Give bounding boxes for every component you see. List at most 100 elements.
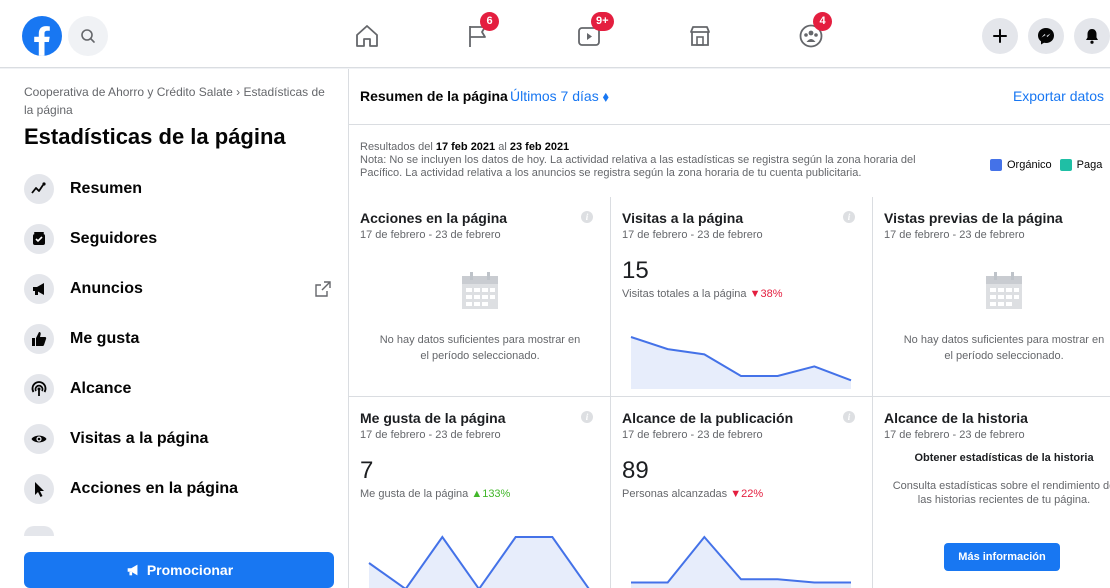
- megaphone-icon: [24, 274, 54, 304]
- card-title: Visitas a la página: [622, 210, 744, 226]
- megaphone-icon: [127, 564, 138, 576]
- sidebar-item-me-gusta[interactable]: Me gusta: [0, 314, 348, 364]
- home-icon: [356, 25, 378, 47]
- metric-label: Me gusta de la página ▲133%: [360, 488, 511, 500]
- messenger-button[interactable]: [1028, 18, 1064, 54]
- promote-label: Promocionar: [146, 562, 234, 578]
- card-title: Vistas previas de la página: [884, 210, 1063, 226]
- card-page-likes[interactable]: Me gusta de la página 17 de febrero - 23…: [349, 397, 611, 588]
- calendar-icon: [986, 272, 1022, 309]
- sidebar-nav: Resumen Seguidores Anuncios Me gusta Alc…: [0, 164, 348, 514]
- top-navigation-bar: 6 9+ 4: [0, 0, 1110, 68]
- promote-button[interactable]: Promocionar: [24, 552, 334, 588]
- sidebar-item-label: Me gusta: [70, 330, 140, 347]
- timezone-note: Nota: No se incluyen los datos de hoy. L…: [360, 154, 916, 179]
- messenger-icon: [1038, 28, 1054, 45]
- sidebar-item-acciones[interactable]: Acciones en la página: [0, 464, 348, 514]
- thumbs-up-icon: [24, 324, 54, 354]
- trend-icon: [24, 174, 54, 204]
- create-button[interactable]: [982, 18, 1018, 54]
- metric-value: 7: [360, 457, 374, 484]
- breadcrumb[interactable]: Cooperativa de Ahorro y Crédito Salate ›…: [24, 83, 334, 119]
- sidebar-item-anuncios[interactable]: Anuncios: [0, 264, 348, 314]
- sidebar-item-partial: [24, 526, 54, 536]
- results-note: Resultados del 17 feb 2021 al 23 feb 202…: [360, 141, 960, 180]
- notification-badge: 4: [813, 12, 832, 31]
- metric-label: Personas alcanzadas ▼22%: [622, 488, 764, 500]
- facebook-logo-icon[interactable]: [22, 16, 62, 56]
- nav-home[interactable]: [347, 18, 387, 54]
- bell-icon: [1086, 29, 1098, 44]
- legend-swatch-paid: [1059, 159, 1072, 171]
- story-heading: Obtener estadísticas de la historia: [914, 452, 1094, 464]
- sparkline: [368, 535, 590, 588]
- sidebar-item-alcance[interactable]: Alcance: [0, 364, 348, 414]
- nav-watch[interactable]: 9+: [569, 12, 614, 54]
- followers-icon: [24, 224, 54, 254]
- sparkline-area: [369, 537, 589, 588]
- page-title: Estadísticas de la página: [24, 124, 286, 149]
- search-button[interactable]: [68, 16, 108, 56]
- metric-value: 89: [622, 457, 649, 484]
- sparkline-area: [631, 537, 851, 588]
- plus-icon: [993, 29, 1007, 43]
- main-content: Resumen de la página Últimos 7 días ⬧ Ex…: [349, 69, 1110, 588]
- card-date: 17 de febrero - 23 de febrero: [884, 229, 1025, 241]
- legend: Orgánico Paga: [990, 159, 1102, 171]
- card-title: Acciones en la página: [360, 210, 508, 226]
- export-data-link[interactable]: Exportar datos: [1013, 88, 1104, 104]
- nav-marketplace[interactable]: [680, 18, 720, 54]
- notification-badge: 9+: [591, 12, 614, 31]
- sidebar-item-label: Alcance: [70, 380, 132, 397]
- external-link-icon[interactable]: [314, 280, 332, 303]
- summary-title: Resumen de la página: [360, 88, 508, 104]
- notification-badge: 6: [480, 12, 499, 31]
- no-data-message: No hay datos suficientes para mostrar en…: [903, 334, 1105, 362]
- card-page-actions[interactable]: Acciones en la página 17 de febrero - 23…: [349, 197, 611, 397]
- sparkline-line: [631, 535, 851, 584]
- card-title: Alcance de la historia: [884, 410, 1028, 426]
- card-title: Me gusta de la página: [360, 410, 506, 426]
- card-date: 17 de febrero - 23 de febrero: [884, 429, 1025, 441]
- nav-pages[interactable]: 6: [458, 12, 499, 54]
- change-down: ▼22%: [730, 488, 764, 500]
- card-page-previews[interactable]: Vistas previas de la página 17 de febrer…: [873, 197, 1110, 397]
- info-icon[interactable]: i: [843, 411, 855, 423]
- info-icon[interactable]: i: [581, 411, 593, 423]
- calendar-icon: [462, 272, 498, 309]
- card-page-visits[interactable]: Visitas a la página 17 de febrero - 23 d…: [611, 197, 873, 397]
- card-date: 17 de febrero - 23 de febrero: [360, 229, 501, 241]
- sidebar-item-resumen[interactable]: Resumen: [0, 164, 348, 214]
- card-post-reach[interactable]: Alcance de la publicación 17 de febrero …: [611, 397, 873, 588]
- notifications-button[interactable]: [1074, 18, 1110, 54]
- legend-paid: Paga: [1076, 159, 1103, 171]
- no-data-message: No hay datos suficientes para mostrar en…: [379, 334, 581, 362]
- sidebar-item-seguidores[interactable]: Seguidores: [0, 214, 348, 264]
- card-date: 17 de febrero - 23 de febrero: [622, 229, 763, 241]
- nav-groups[interactable]: 4: [791, 12, 832, 54]
- story-description: Consulta estadísticas sobre el rendimien…: [892, 480, 1110, 506]
- sidebar-item-label: Acciones en la página: [70, 480, 239, 497]
- sparkline: [631, 535, 851, 588]
- sparkline: [630, 336, 852, 389]
- sparkline-area: [631, 337, 851, 389]
- legend-organic: Orgánico: [1007, 159, 1052, 171]
- summary-header: Resumen de la página Últimos 7 días ⬧ Ex…: [349, 69, 1110, 125]
- metric-label: Visitas totales a la página ▼38%: [622, 288, 783, 300]
- sidebar-item-label: Anuncios: [70, 280, 143, 297]
- change-up: ▲133%: [471, 488, 511, 500]
- card-date: 17 de febrero - 23 de febrero: [360, 429, 501, 441]
- period-dropdown[interactable]: Últimos 7 días ⬧: [510, 88, 609, 105]
- metric-value: 15: [622, 257, 649, 284]
- date-from: 17 feb 2021: [435, 141, 496, 153]
- card-title: Alcance de la publicación: [622, 410, 794, 426]
- card-date: 17 de febrero - 23 de febrero: [622, 429, 763, 441]
- more-info-button[interactable]: Más información: [944, 543, 1060, 571]
- cursor-icon: [24, 474, 54, 504]
- card-story-reach[interactable]: Alcance de la historia 17 de febrero - 2…: [873, 397, 1110, 588]
- sidebar-item-visitas[interactable]: Visitas a la página: [0, 414, 348, 464]
- info-icon[interactable]: i: [843, 211, 855, 223]
- date-to: 23 feb 2021: [509, 141, 570, 153]
- info-icon[interactable]: i: [581, 211, 593, 223]
- legend-swatch-organic: [990, 159, 1002, 171]
